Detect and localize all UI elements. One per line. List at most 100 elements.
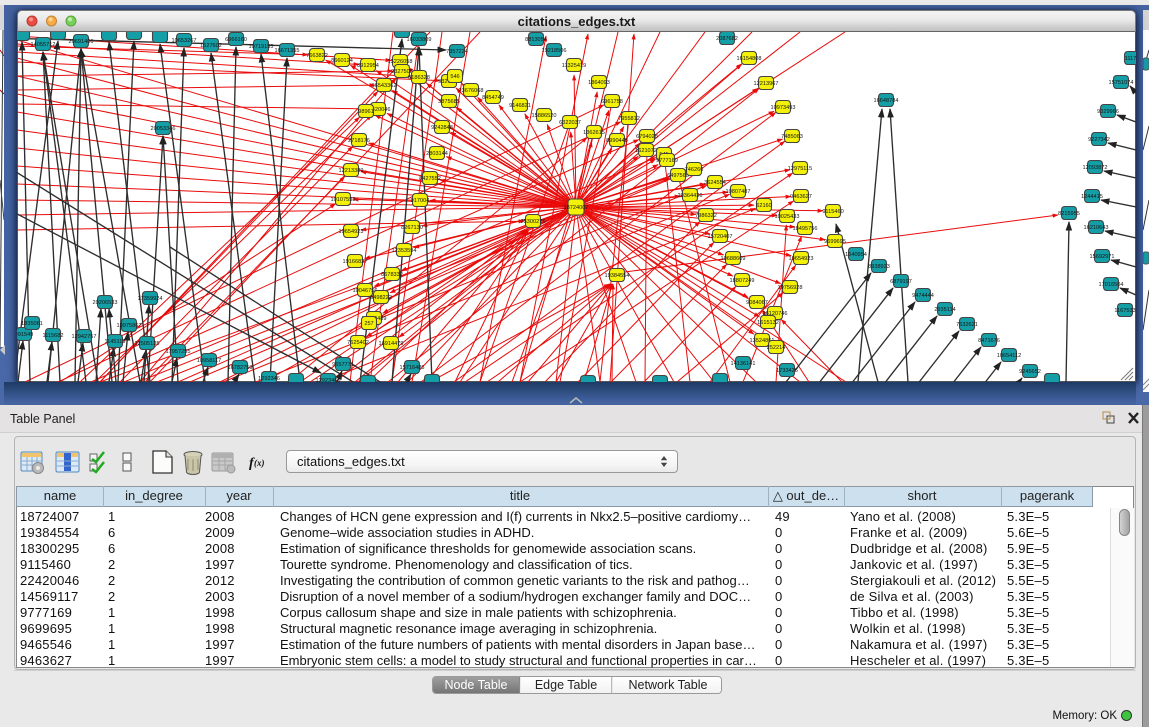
svg-text:9245652: 9245652 xyxy=(1019,369,1041,375)
svg-text:746266: 746266 xyxy=(685,167,704,173)
svg-text:16914479: 16914479 xyxy=(379,341,404,347)
svg-text:8678332: 8678332 xyxy=(381,272,403,278)
svg-text:991549: 991549 xyxy=(17,332,33,338)
svg-text:252214: 252214 xyxy=(767,345,786,351)
svg-text:1621072: 1621072 xyxy=(635,148,657,154)
svg-text:3624554: 3624554 xyxy=(704,180,726,186)
svg-text:12975115: 12975115 xyxy=(788,166,812,172)
svg-text:18724007: 18724007 xyxy=(564,205,589,211)
svg-text:1292346: 1292346 xyxy=(258,376,280,382)
svg-text:6966160: 6966160 xyxy=(225,37,247,43)
svg-text:9329966: 9329966 xyxy=(1097,109,1119,115)
svg-text:2718176: 2718176 xyxy=(348,138,370,144)
svg-text:2803144: 2803144 xyxy=(426,151,448,157)
svg-text:1640954: 1640954 xyxy=(845,252,867,258)
svg-text:8912954: 8912954 xyxy=(357,63,379,69)
svg-text:15692971: 15692971 xyxy=(1090,254,1115,260)
svg-text:16543362: 16543362 xyxy=(372,83,397,89)
svg-text:11325419: 11325419 xyxy=(562,63,586,69)
svg-text:16210643: 16210643 xyxy=(1084,225,1109,231)
svg-text:15716485: 15716485 xyxy=(400,365,425,371)
svg-text:19166827: 19166827 xyxy=(343,259,368,265)
svg-text:17359924: 17359924 xyxy=(138,296,163,302)
svg-text:20053346: 20053346 xyxy=(151,126,176,132)
svg-text:1167533: 1167533 xyxy=(1114,308,1135,314)
svg-text:9463627: 9463627 xyxy=(790,194,812,200)
svg-text:(x): (x) xyxy=(254,458,265,468)
svg-text:19384554: 19384554 xyxy=(605,273,630,279)
svg-text:10653267: 10653267 xyxy=(172,38,197,44)
svg-text:9242848: 9242848 xyxy=(431,125,453,131)
svg-text:10719155: 10719155 xyxy=(249,44,274,50)
svg-text:3875685: 3875685 xyxy=(438,99,460,105)
svg-text:8813054: 8813054 xyxy=(525,37,547,43)
svg-text:16671355: 16671355 xyxy=(275,48,300,54)
svg-text:8990448: 8990448 xyxy=(606,138,628,144)
svg-text:18807249: 18807249 xyxy=(730,278,755,284)
svg-text:1615132: 1615132 xyxy=(757,320,779,326)
svg-text:10025433: 10025433 xyxy=(775,214,800,220)
svg-text:1527602: 1527602 xyxy=(200,43,222,49)
svg-text:257: 257 xyxy=(364,321,373,327)
svg-text:10807487: 10807487 xyxy=(726,189,751,195)
svg-text:12505135: 12505135 xyxy=(135,341,160,347)
svg-text:98961: 98961 xyxy=(358,109,374,115)
svg-text:7625402: 7625402 xyxy=(347,340,369,346)
svg-text:20364436: 20364436 xyxy=(678,193,703,199)
svg-text:2935114: 2935114 xyxy=(934,307,955,313)
svg-text:10107553: 10107553 xyxy=(331,197,356,203)
svg-text:6322037: 6322037 xyxy=(559,120,581,126)
svg-text:8267130: 8267130 xyxy=(401,225,423,231)
svg-text:17957255: 17957255 xyxy=(166,349,191,355)
svg-text:1145119: 1145119 xyxy=(105,339,126,345)
svg-text:14136141: 14136141 xyxy=(731,361,756,367)
svg-text:8186328: 8186328 xyxy=(408,75,430,81)
svg-text:7986322: 7986322 xyxy=(695,213,717,219)
svg-text:15886520: 15886520 xyxy=(532,113,557,119)
svg-text:20691406: 20691406 xyxy=(69,39,94,45)
svg-text:12923466: 12923466 xyxy=(316,378,341,382)
svg-text:8215955: 8215955 xyxy=(1058,211,1080,217)
svg-text:1835061: 1835061 xyxy=(21,321,43,327)
svg-text:15751074: 15751074 xyxy=(1109,80,1134,86)
svg-text:25300275: 25300275 xyxy=(521,219,546,225)
svg-text:12093872: 12093872 xyxy=(1083,165,1108,171)
svg-text:12213389: 12213389 xyxy=(339,168,364,174)
svg-text:23676068: 23676068 xyxy=(459,88,484,94)
svg-text:15720407: 15720407 xyxy=(708,234,733,240)
svg-text:1244415: 1244415 xyxy=(1081,194,1103,200)
svg-text:18495756: 18495756 xyxy=(793,226,818,232)
svg-text:917004: 917004 xyxy=(411,198,430,204)
svg-text:62160: 62160 xyxy=(756,203,772,209)
svg-text:6794028: 6794028 xyxy=(636,134,658,140)
svg-text:7663822: 7663822 xyxy=(306,53,328,59)
svg-text:19975867: 19975867 xyxy=(117,323,142,329)
svg-text:14055712: 14055712 xyxy=(31,42,56,48)
svg-text:9084067: 9084067 xyxy=(746,300,768,306)
svg-text:12942757: 12942757 xyxy=(72,334,97,340)
svg-text:8498222: 8498222 xyxy=(370,295,392,301)
svg-text:1733426: 1733426 xyxy=(776,368,798,374)
svg-text:6497568: 6497568 xyxy=(667,173,689,179)
svg-text:17016504: 17016504 xyxy=(1099,282,1124,288)
svg-text:12353594: 12353594 xyxy=(392,248,417,254)
svg-text:1115682: 1115682 xyxy=(43,333,64,339)
svg-text:9777169: 9777169 xyxy=(656,158,678,164)
svg-text:9146821: 9146821 xyxy=(509,103,531,109)
svg-text:8454749: 8454749 xyxy=(482,95,504,101)
svg-text:7632621: 7632621 xyxy=(956,322,978,328)
svg-text:20206533: 20206533 xyxy=(93,300,118,306)
svg-text:8660124: 8660124 xyxy=(331,58,353,64)
svg-text:10688609: 10688609 xyxy=(721,256,746,262)
svg-text:7485063: 7485063 xyxy=(781,134,803,140)
svg-text:19218506: 19218506 xyxy=(542,48,567,54)
svg-text:10958117: 10958117 xyxy=(197,358,221,364)
svg-text:9115460: 9115460 xyxy=(822,209,843,215)
svg-text:16033809: 16033809 xyxy=(407,37,432,43)
svg-text:16782759: 16782759 xyxy=(228,365,253,371)
svg-text:19654923: 19654923 xyxy=(339,229,364,235)
svg-text:7357224: 7357224 xyxy=(446,49,468,55)
svg-text:19654923: 19654923 xyxy=(789,256,814,262)
svg-text:7955812: 7955812 xyxy=(618,116,640,122)
svg-text:9699695: 9699695 xyxy=(824,239,846,245)
